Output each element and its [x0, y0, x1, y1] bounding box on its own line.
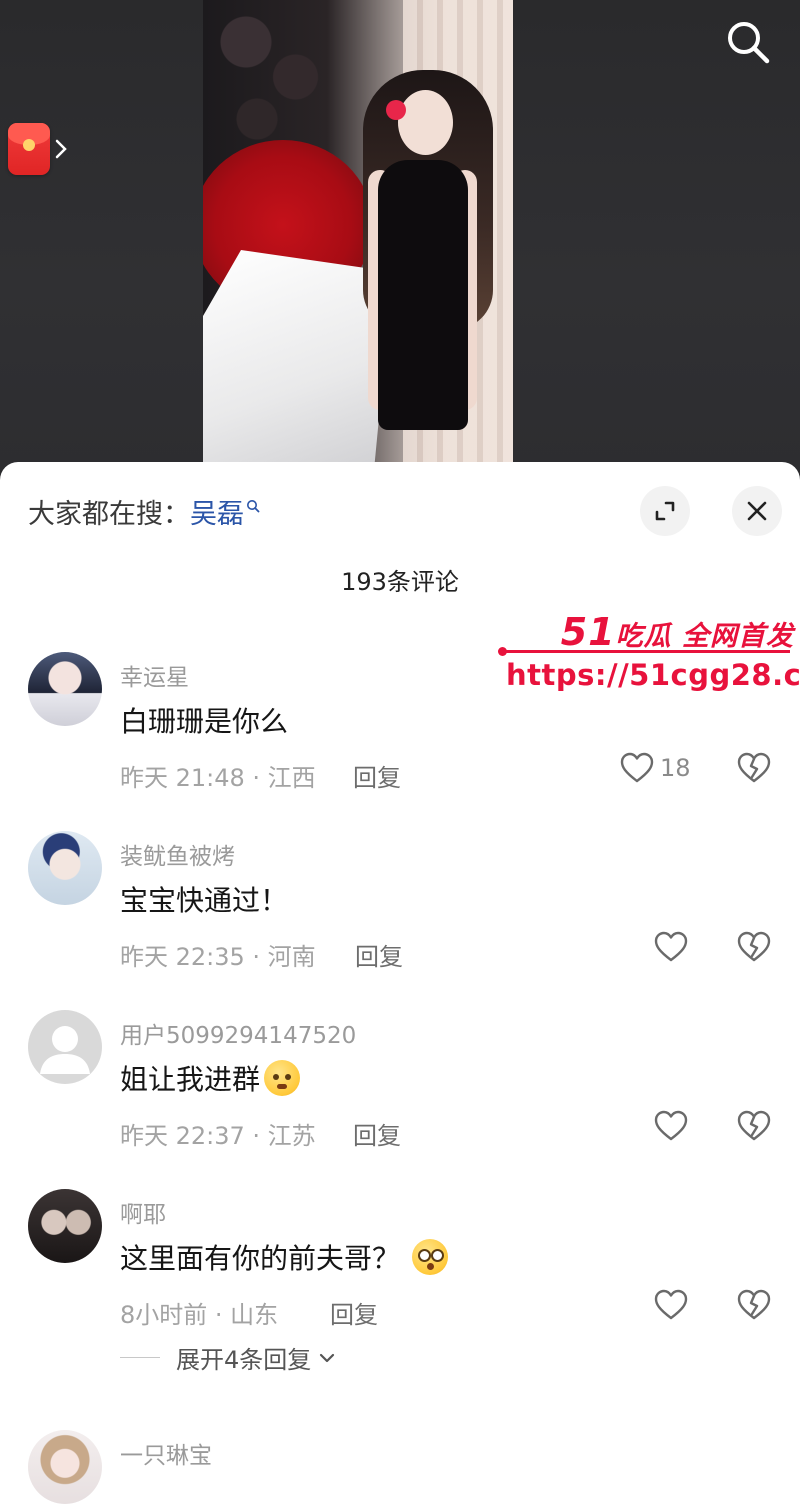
dislike-button[interactable] — [737, 752, 771, 788]
broken-heart-icon — [737, 1289, 771, 1320]
red-packet-button[interactable] — [8, 123, 68, 175]
comment-time-location: 昨天 22:35 · 河南 — [120, 943, 316, 971]
watermark-divider — [498, 647, 790, 656]
search-suggestion-keyword[interactable]: 吴磊 — [190, 492, 244, 531]
heart-icon — [654, 1289, 688, 1320]
like-button[interactable]: 18 — [620, 752, 691, 784]
like-button[interactable] — [654, 931, 688, 963]
search-button[interactable] — [722, 16, 774, 68]
avatar[interactable] — [28, 1010, 102, 1084]
comment-text: 宝宝快通过！ — [120, 879, 288, 919]
like-button[interactable] — [654, 1110, 688, 1142]
comment-time-location: 昨天 21:48 · 江西 — [120, 764, 316, 792]
comment-username[interactable]: 幸运星 — [120, 658, 189, 692]
avatar[interactable] — [28, 831, 102, 905]
like-count: 18 — [660, 754, 691, 782]
comment-text: 这里面有你的前夫哥？ — [120, 1237, 449, 1277]
expand-replies-button[interactable]: 展开4条回复 — [120, 1340, 337, 1375]
heart-icon — [620, 752, 654, 783]
reply-button[interactable]: 回复 — [355, 937, 403, 972]
comment-time-location: 8小时前 · 山东 — [120, 1301, 279, 1329]
flushed-face-emoji-icon — [412, 1239, 449, 1275]
comment-text-content: 姐让我进群 — [120, 1063, 261, 1096]
video-person-dress — [378, 160, 468, 430]
reply-button[interactable]: 回复 — [353, 1116, 401, 1151]
expand-replies-divider — [120, 1357, 160, 1358]
video-balloons — [213, 0, 323, 140]
avatar[interactable] — [28, 652, 102, 726]
video-player[interactable] — [0, 0, 800, 470]
dislike-button[interactable] — [737, 1110, 771, 1146]
search-icon — [247, 499, 260, 512]
expand-button[interactable] — [640, 486, 690, 536]
like-button[interactable] — [654, 1289, 688, 1321]
avatar[interactable] — [28, 1430, 102, 1504]
comment-text-content: 这里面有你的前夫哥？ — [120, 1242, 401, 1275]
video-frame[interactable] — [203, 0, 513, 470]
video-person-face — [398, 90, 453, 155]
search-icon — [728, 22, 770, 64]
comment-text-content: 宝宝快通过！ — [120, 884, 289, 917]
comment-time-location: 昨天 22:37 · 江苏 — [120, 1122, 316, 1150]
close-icon — [747, 501, 767, 521]
close-button[interactable] — [732, 486, 782, 536]
search-suggestion[interactable]: 大家都在搜： 吴磊 — [28, 492, 260, 531]
heart-icon — [654, 931, 688, 962]
reply-button[interactable]: 回复 — [330, 1295, 378, 1330]
heart-icon — [654, 1110, 688, 1141]
comment-text: 白珊珊是你么 — [120, 700, 288, 740]
expand-replies-label: 展开4条回复 — [176, 1346, 312, 1374]
watermark-url: https://51cgg28.com — [506, 658, 800, 692]
comment-username[interactable]: 一只琳宝 — [120, 1436, 212, 1470]
search-suggestion-prefix: 大家都在搜： — [28, 499, 190, 530]
video-hair-flower — [386, 100, 406, 120]
chevron-down-icon — [320, 1353, 335, 1362]
watermark-brand-text: 吃瓜 全网首发 — [615, 621, 794, 652]
broken-heart-icon — [737, 752, 771, 783]
comment-count: 193条评论 — [341, 568, 459, 596]
watermark-brand: 51吃瓜 全网首发 — [561, 610, 794, 654]
chevron-right-icon — [55, 139, 67, 159]
broken-heart-icon — [737, 931, 771, 962]
watermark-brand-number: 51 — [560, 610, 616, 654]
comment-text: 姐让我进群 — [120, 1058, 301, 1098]
red-packet-icon — [8, 123, 50, 175]
expand-icon — [655, 501, 675, 521]
reply-button[interactable]: 回复 — [353, 758, 401, 793]
comment-text-content: 白珊珊是你么 — [120, 705, 289, 738]
comment-username[interactable]: 装鱿鱼被烤 — [120, 837, 235, 871]
pleading-face-emoji-icon — [264, 1060, 301, 1096]
default-avatar-icon — [40, 1026, 90, 1074]
dislike-button[interactable] — [737, 1289, 771, 1325]
comment-username[interactable]: 用户5099294147520 — [120, 1016, 356, 1050]
broken-heart-icon — [737, 1110, 771, 1141]
comment-sheet: 大家都在搜： 吴磊 193条评论 51吃瓜 全网首发 https://51cgg… — [0, 462, 800, 1510]
watermark: 51吃瓜 全网首发 https://51cgg28.com — [498, 610, 800, 700]
dislike-button[interactable] — [737, 931, 771, 967]
comment-username[interactable]: 啊耶 — [120, 1195, 166, 1229]
avatar[interactable] — [28, 1189, 102, 1263]
